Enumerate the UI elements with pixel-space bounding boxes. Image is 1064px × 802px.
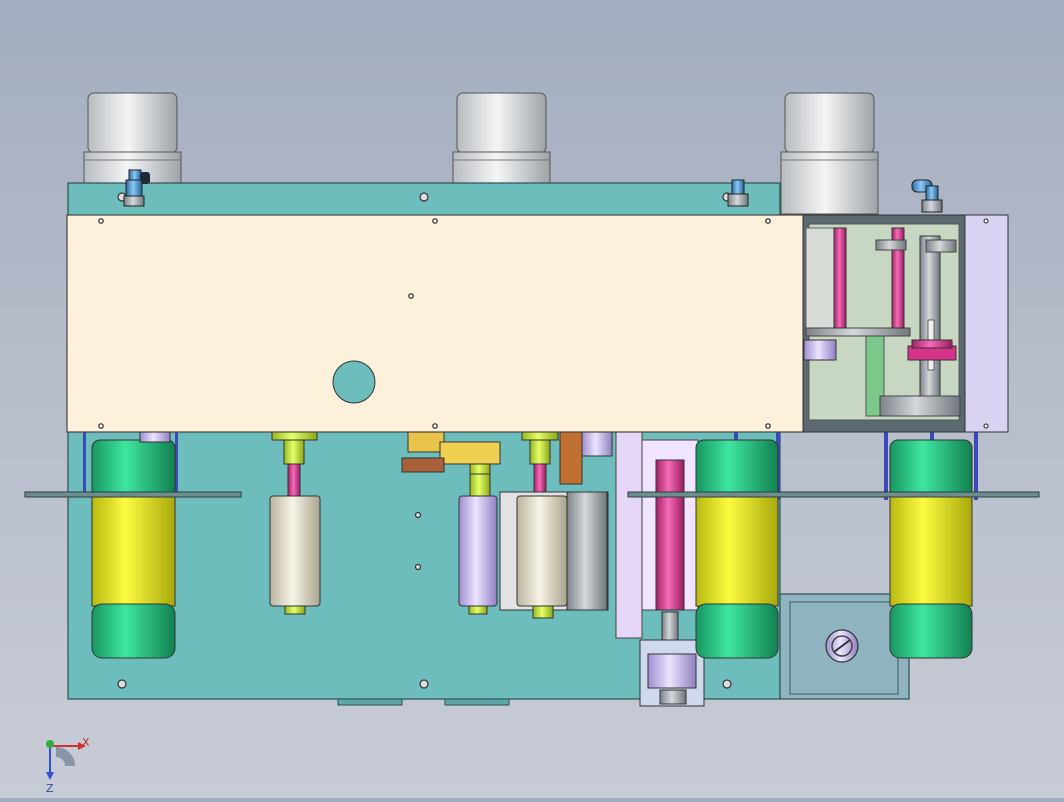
base-plate-tabs [337,698,510,706]
motor-left[interactable] [83,429,178,659]
motor-center[interactable] [695,430,780,659]
assembly-drawing[interactable]: X Z [0,0,1064,798]
flange-right [627,491,1040,498]
end-plate[interactable] [964,214,1009,433]
pneumatic-fitting-right[interactable] [911,179,943,213]
z-axis-label: Z [46,782,54,795]
cover-panel-hole [332,360,376,404]
cylinder-cap-right[interactable] [780,92,879,215]
cad-viewport[interactable]: X Z [0,0,1064,798]
coordinate-triad: X Z [46,736,90,795]
mechanism-housing[interactable] [802,214,966,433]
rotary-knob[interactable] [825,629,859,663]
motor-right[interactable] [884,430,978,659]
x-axis-label: X [82,736,90,749]
cover-panel[interactable] [66,214,805,433]
flange-left [24,491,242,498]
